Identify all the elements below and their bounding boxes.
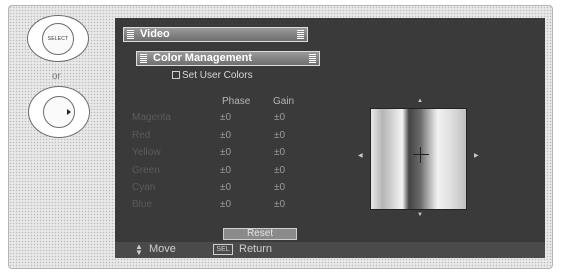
menu-bars-icon	[140, 54, 147, 63]
direction-pad-illustration	[28, 86, 90, 138]
video-menu-title: Video	[140, 28, 170, 40]
gain-value: ±0	[274, 182, 286, 193]
up-arrow-icon: ▲	[417, 98, 423, 104]
left-arrow-icon: ◀	[358, 153, 363, 159]
phase-value: ±0	[220, 147, 232, 158]
menu-bars-icon	[297, 30, 304, 39]
gain-value: ±0	[274, 130, 286, 141]
gain-column-header: Gain	[273, 96, 295, 107]
phase-column-header: Phase	[222, 96, 251, 107]
right-arrow-icon: ▶	[474, 153, 479, 159]
select-button-label: SELECT	[47, 35, 69, 42]
reset-button[interactable]: Reset	[223, 228, 297, 240]
video-menu-header[interactable]: Video	[123, 27, 308, 42]
crosshair-cursor[interactable]	[413, 147, 429, 163]
color-label: Green	[132, 165, 160, 176]
up-down-arrows-icon: ▲ ▼	[135, 242, 143, 257]
phase-value: ±0	[220, 182, 232, 193]
or-label: or	[52, 71, 61, 82]
color-label: Yellow	[132, 147, 161, 158]
select-button-illustration: SELECT	[27, 15, 89, 62]
menu-bars-icon	[127, 30, 134, 39]
set-user-colors-checkbox[interactable]	[172, 71, 180, 79]
color-management-title: Color Management	[153, 52, 253, 64]
return-label: Return	[239, 243, 273, 255]
color-label: Blue	[132, 199, 153, 210]
menu-bars-icon	[309, 54, 316, 63]
right-arrow-icon	[67, 109, 71, 115]
gain-value: ±0	[274, 165, 286, 176]
sel-key-icon: SEL	[213, 244, 233, 255]
help-bar: ▲ ▼ Move SEL Return	[115, 242, 545, 258]
move-label: Move	[149, 243, 176, 255]
gain-value: ±0	[274, 147, 286, 158]
down-arrow-icon: ▼	[417, 212, 423, 218]
color-management-header[interactable]: Color Management	[136, 51, 320, 66]
color-label: Magenta	[132, 112, 171, 123]
color-label: Cyan	[132, 182, 156, 193]
set-user-colors-label: Set User Colors	[182, 70, 253, 81]
gain-value: ±0	[274, 199, 286, 210]
gain-value: ±0	[274, 112, 286, 123]
phase-value: ±0	[220, 165, 232, 176]
phase-value: ±0	[220, 112, 232, 123]
color-label: Red	[132, 130, 151, 141]
phase-value: ±0	[220, 199, 232, 210]
phase-value: ±0	[220, 130, 232, 141]
